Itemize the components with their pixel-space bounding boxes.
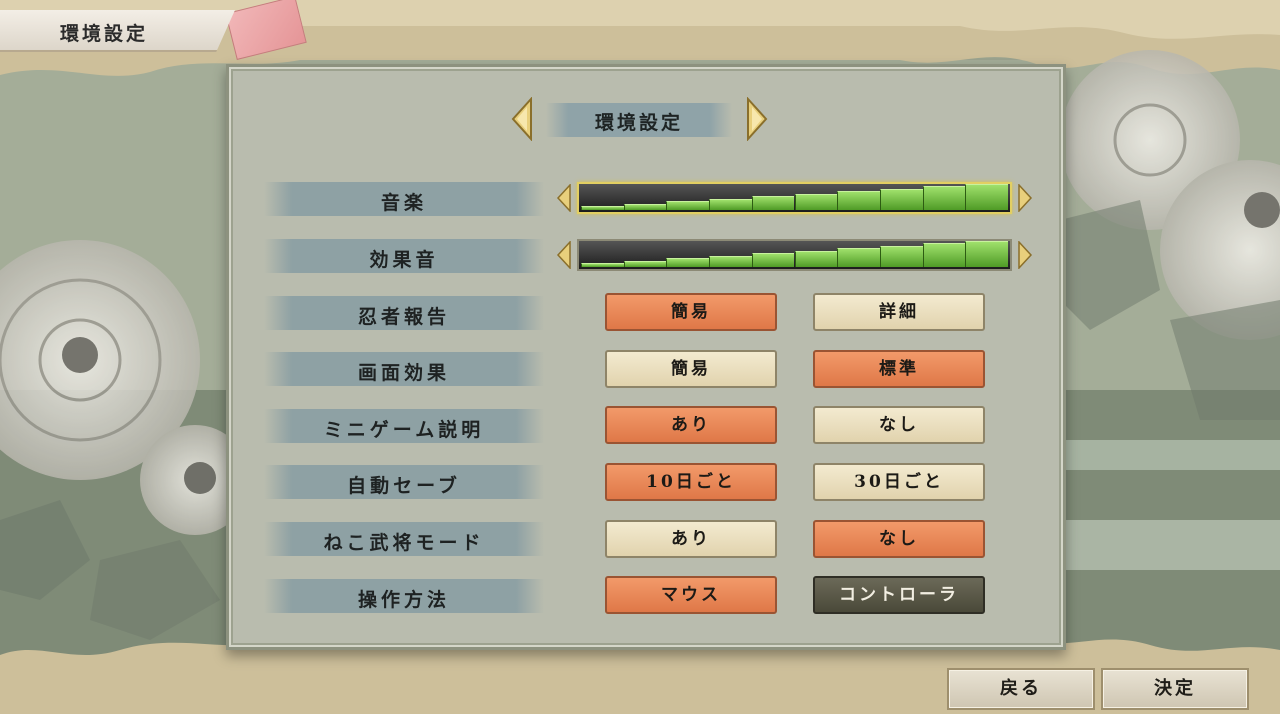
option-button[interactable]: マウス	[605, 576, 777, 614]
setting-row-label-band: ミニゲーム説明	[264, 409, 544, 443]
volume-bar-segment	[794, 193, 838, 210]
music-volume-slider[interactable]	[577, 182, 1012, 214]
music-label: 音楽	[380, 192, 427, 214]
sfx-increase-arrow-icon[interactable]	[1017, 241, 1033, 269]
setting-row-label: 操作方法	[357, 589, 450, 611]
confirm-button[interactable]: 決定	[1101, 668, 1249, 710]
option-button[interactable]: なし	[813, 406, 985, 444]
option-button[interactable]: 簡易	[605, 293, 777, 331]
setting-row-label: ミニゲーム説明	[323, 419, 485, 441]
volume-bar-segment	[623, 260, 667, 267]
music-increase-arrow-icon[interactable]	[1017, 184, 1033, 212]
volume-bar-segment	[965, 241, 1008, 267]
volume-bar-segment	[922, 186, 966, 210]
volume-bar-segment	[922, 243, 966, 267]
option-button[interactable]: あり	[605, 406, 777, 444]
sfx-label: 効果音	[369, 249, 439, 271]
option-button[interactable]: なし	[813, 520, 985, 558]
sfx-label-band: 効果音	[264, 239, 544, 273]
setting-row-label-band: 操作方法	[264, 579, 544, 613]
option-button[interactable]: 10日ごと	[605, 463, 777, 501]
volume-bar-segment	[837, 191, 880, 210]
volume-bar-segment	[751, 196, 795, 210]
option-button[interactable]: 30日ごと	[813, 463, 985, 501]
volume-bar-segment	[879, 245, 923, 267]
volume-bar-segment	[794, 250, 838, 267]
back-button[interactable]: 戻る	[947, 668, 1095, 710]
setting-row-label: 忍者報告	[357, 306, 450, 328]
prev-page-arrow-icon[interactable]	[509, 97, 533, 141]
volume-bar-segment	[879, 188, 923, 210]
volume-bar-segment	[751, 253, 795, 267]
panel-header-title: 環境設定	[594, 112, 683, 134]
window-title: 環境設定	[60, 23, 149, 45]
volume-bar-segment	[581, 263, 624, 267]
setting-row-label: 画面効果	[357, 362, 450, 384]
sfx-decrease-arrow-icon[interactable]	[556, 241, 572, 269]
setting-row-label: ねこ武将モード	[323, 532, 485, 554]
music-volume-bars	[581, 184, 1008, 210]
volume-bar-segment	[666, 258, 710, 267]
setting-row-label-band: 忍者報告	[264, 296, 544, 330]
volume-bar-segment	[581, 206, 624, 210]
option-button[interactable]: 簡易	[605, 350, 777, 388]
setting-row-label-band: 自動セーブ	[264, 465, 544, 499]
setting-row-label-band: ねこ武将モード	[264, 522, 544, 556]
sfx-volume-bars	[581, 241, 1008, 267]
volume-bar-segment	[837, 248, 880, 267]
option-button[interactable]: 詳細	[813, 293, 985, 331]
volume-bar-segment	[709, 198, 752, 210]
option-button[interactable]: あり	[605, 520, 777, 558]
setting-row-label: 自動セーブ	[347, 475, 461, 497]
option-button[interactable]: コントローラ	[813, 576, 985, 614]
next-page-arrow-icon[interactable]	[746, 97, 770, 141]
music-label-band: 音楽	[264, 182, 544, 216]
option-button[interactable]: 標準	[813, 350, 985, 388]
setting-row-label-band: 画面効果	[264, 352, 544, 386]
music-decrease-arrow-icon[interactable]	[556, 184, 572, 212]
sfx-volume-slider[interactable]	[577, 239, 1012, 271]
volume-bar-segment	[709, 255, 752, 267]
volume-bar-segment	[965, 184, 1008, 210]
volume-bar-segment	[623, 203, 667, 210]
volume-bar-segment	[666, 201, 710, 210]
